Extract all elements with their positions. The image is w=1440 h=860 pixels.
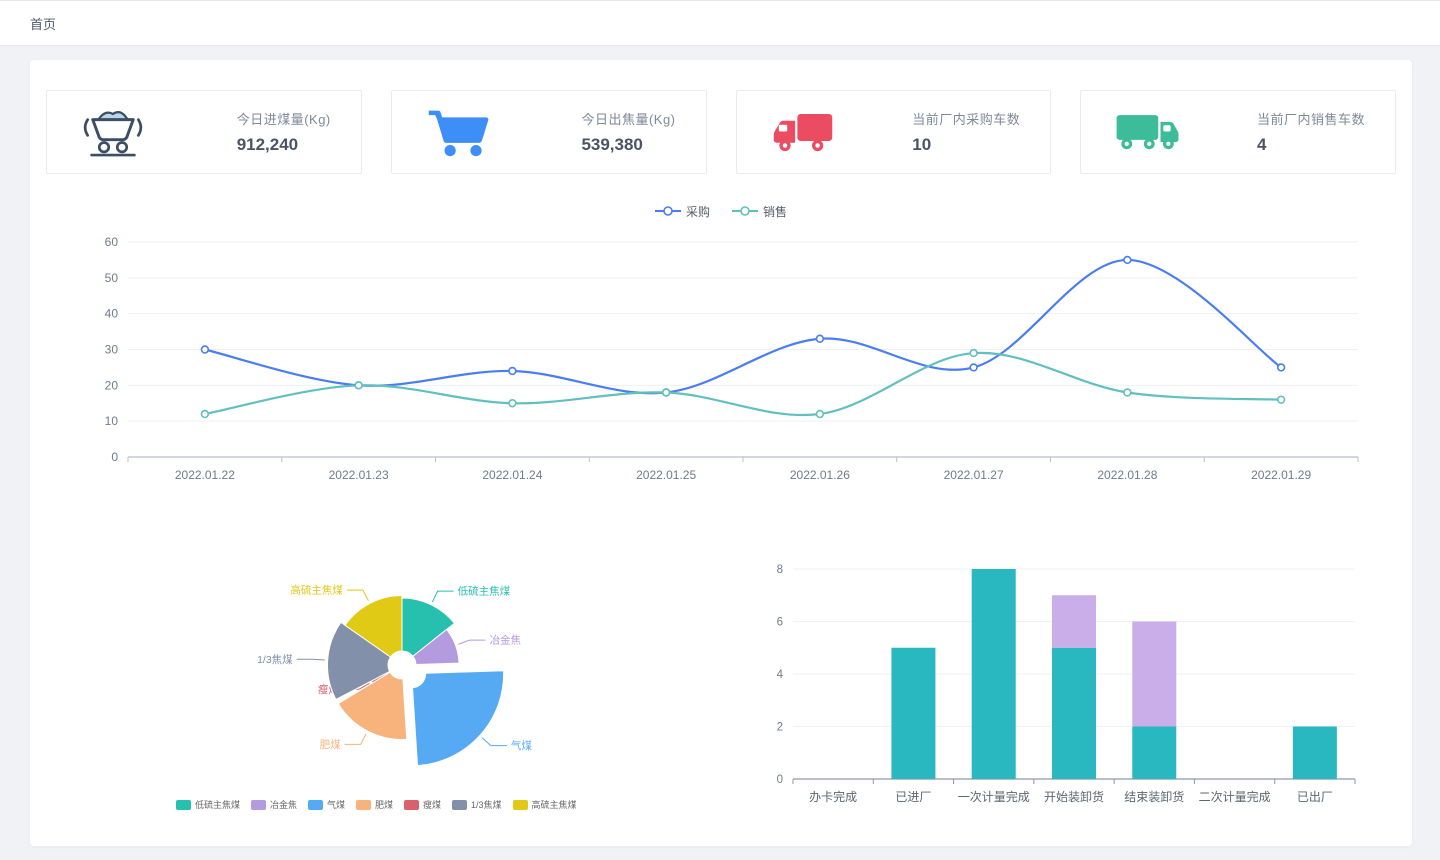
legend-label: 高硫主焦煤	[532, 798, 577, 811]
legend-label: 低硫主焦煤	[195, 798, 240, 811]
legend-swatch-icon	[356, 800, 371, 810]
bar-已出厂-stack-bottom	[1292, 727, 1336, 780]
svg-text:2022.01.29: 2022.01.29	[1251, 468, 1311, 482]
legend-swatch-icon	[251, 800, 266, 810]
svg-text:已进厂: 已进厂	[895, 790, 931, 804]
stat-value: 4	[1257, 135, 1266, 155]
trend-line-chart-section: 采购 销售 0 10 20 30 40 50 60 2022.01.22 2022.01.23 20…	[46, 200, 1396, 505]
stat-value: 539,380	[581, 135, 642, 155]
pie-legend-item-高硫主焦煤[interactable]: 高硫主焦煤	[513, 798, 577, 811]
pie-legend-item-冶金焦[interactable]: 冶金焦	[251, 798, 297, 811]
svg-text:2: 2	[776, 722, 782, 734]
line-series-销售	[201, 350, 1284, 418]
stat-label: 今日出焦量(Kg)	[581, 109, 675, 128]
svg-text:1/3焦煤: 1/3焦煤	[257, 653, 293, 666]
dashboard-panel: 今日进煤量(Kg) 912,240 今日出焦量(Kg) 539,380	[30, 60, 1412, 846]
stat-value: 912,240	[237, 135, 298, 155]
svg-text:4: 4	[776, 669, 783, 681]
svg-text:冶金焦: 冶金焦	[490, 634, 522, 647]
legend-item-采购[interactable]: 采购	[655, 203, 710, 220]
stat-value: 10	[912, 135, 931, 155]
legend-swatch-icon	[452, 800, 467, 810]
stat-card-purchase-trucks: 当前厂内采购车数 10	[736, 90, 1052, 174]
shopping-cart-icon	[422, 104, 494, 160]
breadcrumb-bar: 首页	[0, 0, 1440, 46]
legend-swatch-icon	[308, 800, 323, 810]
svg-text:30: 30	[105, 343, 119, 357]
svg-text:2022.01.27: 2022.01.27	[944, 468, 1004, 482]
legend-label: 瘦煤	[423, 798, 441, 811]
svg-text:低硫主焦煤: 低硫主焦煤	[458, 585, 511, 598]
legend-label: 冶金焦	[270, 798, 297, 811]
line-legend-marker-icon	[655, 205, 681, 217]
svg-text:20: 20	[105, 378, 119, 392]
legend-swatch-icon	[176, 800, 191, 810]
bar-结束装卸货-stack-bottom	[1132, 727, 1176, 780]
svg-text:结束装卸货: 结束装卸货	[1124, 789, 1184, 804]
bottom-charts-row: 低硫主焦煤冶金焦气煤肥煤瘦煤1/3焦煤高硫主焦煤 低硫主焦煤冶金焦气煤肥煤瘦煤1…	[46, 551, 1396, 818]
stacked-bar-chart: 0 2 4 6 8 办卡完成 已进厂 一次计量完成开始装卸货 结束装卸货二次计量完成 已出厂	[745, 551, 1385, 813]
svg-text:气煤: 气煤	[511, 739, 532, 752]
stat-card-coal-in: 今日进煤量(Kg) 912,240	[46, 90, 362, 174]
svg-text:肥煤: 肥煤	[320, 738, 341, 751]
svg-text:2022.01.24: 2022.01.24	[482, 468, 542, 482]
line-chart-legend: 采购 销售	[46, 200, 1396, 222]
line-chart: 0 10 20 30 40 50 60 2022.01.22 2022.01.23 2022.01…	[46, 222, 1396, 500]
svg-text:高硫主焦煤: 高硫主焦煤	[290, 584, 343, 597]
red-truck-icon	[767, 104, 839, 160]
legend-label: 肥煤	[375, 798, 393, 811]
svg-text:50: 50	[105, 271, 119, 285]
pie-chart-legend: 低硫主焦煤 冶金焦 气煤 肥煤 瘦煤 1/3焦煤 高硫主焦煤	[72, 798, 681, 811]
rose-pie-chart: 低硫主焦煤冶金焦气煤肥煤瘦煤1/3焦煤高硫主焦煤	[82, 551, 702, 779]
svg-text:6: 6	[776, 617, 782, 629]
legend-label: 1/3焦煤	[471, 798, 502, 811]
line-legend-marker-icon	[732, 205, 758, 217]
legend-item-销售[interactable]: 销售	[732, 203, 787, 220]
stat-label: 当前厂内采购车数	[912, 109, 1020, 128]
svg-text:10: 10	[105, 414, 119, 428]
legend-swatch-icon	[404, 800, 419, 810]
coal-cart-icon	[77, 104, 149, 160]
legend-label: 销售	[763, 203, 787, 220]
svg-text:0: 0	[111, 450, 118, 464]
svg-text:2022.01.28: 2022.01.28	[1097, 468, 1157, 482]
legend-label: 气煤	[327, 798, 345, 811]
bar-开始装卸货-stack-top	[1052, 595, 1096, 648]
svg-text:已出厂: 已出厂	[1296, 790, 1332, 804]
stat-label: 当前厂内销售车数	[1257, 109, 1365, 128]
svg-text:一次计量完成: 一次计量完成	[957, 789, 1029, 804]
pie-legend-item-气煤[interactable]: 气煤	[308, 798, 345, 811]
legend-swatch-icon	[513, 800, 528, 810]
stat-card-coke-out: 今日出焦量(Kg) 539,380	[391, 90, 707, 174]
svg-text:二次计量完成: 二次计量完成	[1198, 789, 1270, 804]
stat-label: 今日进煤量(Kg)	[237, 109, 331, 128]
pie-legend-item-肥煤[interactable]: 肥煤	[356, 798, 393, 811]
pie-legend-item-瘦煤[interactable]: 瘦煤	[404, 798, 441, 811]
green-truck-icon	[1111, 104, 1183, 160]
svg-text:40: 40	[105, 307, 119, 321]
bar-一次计量完成-stack-bottom	[971, 569, 1015, 779]
svg-text:2022.01.25: 2022.01.25	[636, 468, 696, 482]
stat-card-sales-trucks: 当前厂内销售车数 4	[1080, 90, 1396, 174]
svg-text:0: 0	[776, 774, 782, 786]
pie-legend-item-低硫主焦煤[interactable]: 低硫主焦煤	[176, 798, 240, 811]
stat-card-row: 今日进煤量(Kg) 912,240 今日出焦量(Kg) 539,380	[46, 90, 1396, 174]
svg-text:2022.01.23: 2022.01.23	[329, 468, 389, 482]
svg-text:2022.01.22: 2022.01.22	[175, 468, 235, 482]
legend-label: 采购	[686, 203, 710, 220]
bar-开始装卸货-stack-bottom	[1052, 648, 1096, 779]
breadcrumb[interactable]: 首页	[30, 14, 56, 33]
svg-text:开始装卸货: 开始装卸货	[1043, 789, 1103, 804]
bar-已进厂-stack-bottom	[891, 648, 935, 779]
svg-text:60: 60	[105, 235, 119, 249]
vehicle-status-bar-section: 0 2 4 6 8 办卡完成 已进厂 一次计量完成开始装卸货 结束装卸货二次计量完成 已出厂	[681, 551, 1397, 818]
line-chart-grid: 0 10 20 30 40 50 60 2022.01.22 2022.01.23 2022.01…	[105, 235, 1358, 482]
svg-text:办卡完成: 办卡完成	[809, 789, 857, 804]
pie-legend-item-1/3焦煤[interactable]: 1/3焦煤	[452, 798, 502, 811]
svg-text:2022.01.26: 2022.01.26	[790, 468, 850, 482]
coal-type-pie-section: 低硫主焦煤冶金焦气煤肥煤瘦煤1/3焦煤高硫主焦煤 低硫主焦煤冶金焦气煤肥煤瘦煤1…	[46, 551, 681, 818]
bar-结束装卸货-stack-top	[1132, 622, 1176, 727]
pie-slice-气煤: 气煤	[413, 671, 533, 766]
svg-text:8: 8	[776, 564, 782, 576]
